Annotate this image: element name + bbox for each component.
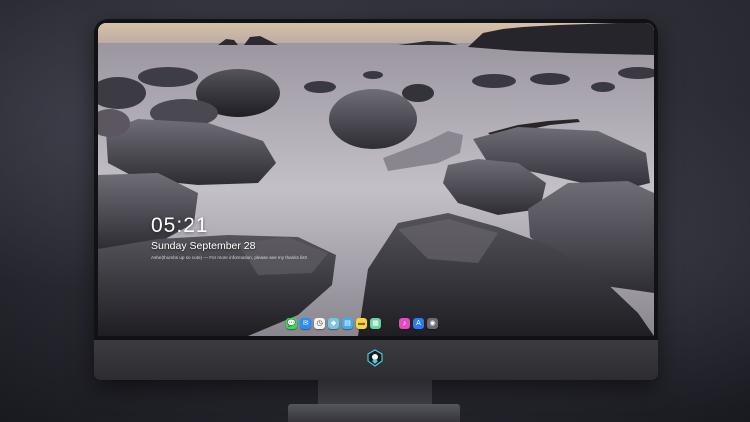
lock-screen-clock: 05:21 (151, 214, 209, 237)
mail-icon[interactable]: ✉ (300, 318, 311, 329)
messages-icon[interactable]: 💬 (286, 318, 297, 329)
wallpaper-rocky-shore (98, 23, 654, 336)
clock-app-icon[interactable]: ◷ (314, 318, 325, 329)
monitor-stand-foot (288, 404, 460, 422)
camera-icon[interactable]: ◉ (427, 318, 438, 329)
photos-icon[interactable]: ▦ (370, 318, 381, 329)
music-icon[interactable]: ♪ (399, 318, 410, 329)
lock-screen-notice: Ashe(thumbs up so cute) — For more infor… (151, 255, 307, 260)
files-icon[interactable]: ▤ (342, 318, 353, 329)
app-store-icon[interactable]: A (413, 318, 424, 329)
monitor-stand-neck (318, 380, 432, 406)
dock-separator (384, 318, 396, 329)
maps-icon[interactable]: ◆ (328, 318, 339, 329)
notes-icon[interactable]: ▬ (356, 318, 367, 329)
lock-screen-date: Sunday September 28 (151, 240, 256, 252)
brand-logo-icon (367, 349, 383, 367)
dock: 💬 ✉ ◷ ◆ ▤ ▬ ▦ ♪ A ◉ (286, 316, 438, 331)
desktop-screen[interactable]: 05:21 Sunday September 28 Ashe(thumbs up… (98, 23, 654, 336)
